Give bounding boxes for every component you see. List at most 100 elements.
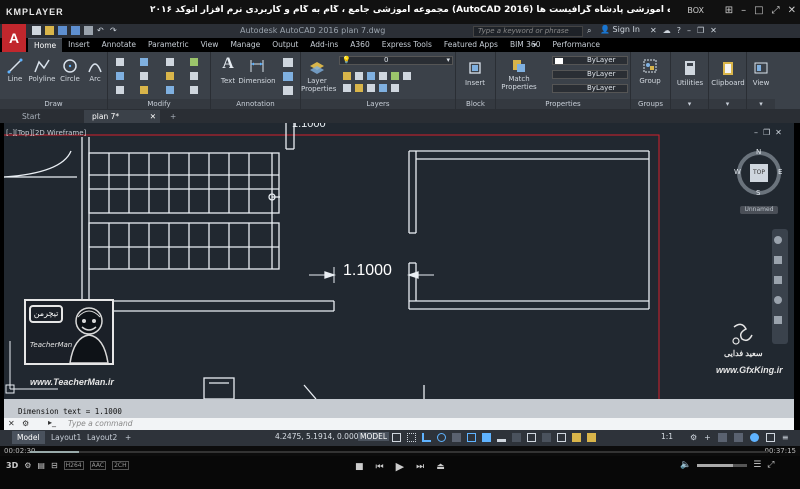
ucs-menu[interactable]: Unnamed: [740, 206, 778, 214]
new-layout-button[interactable]: +: [120, 431, 136, 444]
annotation-panel-title[interactable]: Annotation: [211, 99, 300, 109]
tab-express-tools[interactable]: Express Tools: [376, 38, 438, 52]
dimension-text[interactable]: 1.1000: [343, 262, 392, 280]
drawing-canvas[interactable]: 1.1000 1.1000 تیچرمن TeacherMan www.Teac…: [4, 123, 794, 399]
search-input[interactable]: Type a keyword or phrase: [473, 26, 583, 37]
utilities-tool[interactable]: Utilities: [672, 58, 708, 87]
arc-tool[interactable]: Arc: [85, 58, 105, 83]
command-input[interactable]: Type a command: [68, 419, 133, 428]
modify-panel-title[interactable]: Modify: [108, 99, 210, 109]
snap-icon[interactable]: [407, 433, 416, 442]
groups-panel-title[interactable]: Groups: [631, 99, 670, 109]
previous-icon[interactable]: ⏮: [376, 462, 384, 472]
tab-layout1[interactable]: Layout1: [46, 431, 86, 444]
viewcube-west[interactable]: W: [734, 168, 741, 176]
tab-model[interactable]: Model: [12, 431, 45, 444]
dynamic-ucs-icon[interactable]: [557, 433, 566, 442]
save-icon[interactable]: [58, 26, 67, 35]
annotation-monitor-icon[interactable]: +: [704, 433, 711, 442]
drawing-tab-plan7[interactable]: plan 7* ✕: [84, 110, 160, 123]
play-icon[interactable]: ▶: [396, 460, 404, 473]
viewcube-north[interactable]: N: [756, 148, 761, 156]
clean-screen-icon[interactable]: [765, 433, 775, 442]
acad-close-icon[interactable]: ✕: [710, 26, 717, 35]
model-space-toggle[interactable]: MODEL: [358, 432, 390, 441]
group-tool[interactable]: Group: [633, 56, 667, 85]
mtext-icon[interactable]: [283, 86, 293, 95]
draw-panel-title[interactable]: Draw: [0, 99, 107, 109]
steering-wheel-icon[interactable]: [774, 236, 782, 244]
redo-icon[interactable]: ↷: [110, 26, 119, 35]
tab-a360[interactable]: A360: [344, 38, 375, 52]
minimize-icon[interactable]: –: [741, 5, 746, 16]
color-dropdown[interactable]: ByLayer: [552, 56, 628, 65]
annotation-scale[interactable]: 1:1: [661, 432, 673, 441]
object-snap-icon[interactable]: [482, 433, 491, 442]
playlist-icon[interactable]: ☰: [753, 460, 761, 470]
acad-restore-icon[interactable]: ❐: [697, 26, 704, 35]
clipboard-panel-expander[interactable]: ▾: [709, 99, 746, 109]
polyline-tool[interactable]: Polyline: [28, 58, 56, 83]
grid-icon[interactable]: [392, 433, 401, 442]
pin-icon[interactable]: ⊞: [725, 5, 733, 16]
3d-toggle-icon[interactable]: 3D: [6, 461, 18, 470]
object-snap-tracking-icon[interactable]: [467, 433, 476, 442]
modify-tools-icon[interactable]: [114, 56, 206, 96]
dimension-tool[interactable]: Dimension: [237, 56, 277, 85]
command-prompt-icon[interactable]: ▸_: [48, 418, 56, 427]
seek-bar[interactable]: [30, 451, 768, 453]
plot-icon[interactable]: [84, 26, 93, 35]
player-box-button[interactable]: BOX: [687, 6, 704, 15]
isolate-objects-icon[interactable]: [749, 433, 759, 442]
autodesk-360-icon[interactable]: ☁: [663, 26, 671, 35]
properties-panel-title[interactable]: Properties: [496, 99, 630, 109]
player-subtitles-icon[interactable]: ⊟: [51, 461, 58, 470]
insert-tool[interactable]: Insert: [458, 58, 492, 87]
exchange-icon[interactable]: ✕: [650, 26, 657, 35]
3d-osnap-icon[interactable]: [542, 433, 551, 442]
tab-manage[interactable]: Manage: [224, 38, 266, 52]
workspace-gear-icon[interactable]: ⚙: [690, 433, 697, 442]
view-panel-expander[interactable]: ▾: [747, 99, 775, 109]
stop-icon[interactable]: ■: [355, 462, 364, 472]
tab-insert[interactable]: Insert: [62, 38, 96, 52]
zoom-extents-icon[interactable]: [774, 276, 782, 284]
sign-in-button[interactable]: 👤 Sign In: [600, 25, 640, 34]
tab-featured-apps[interactable]: Featured Apps: [438, 38, 504, 52]
layer-properties-tool[interactable]: Layer Properties: [301, 60, 336, 93]
viewcube-south[interactable]: S: [756, 189, 760, 197]
tab-performance[interactable]: Performance: [546, 38, 606, 52]
viewport-close-icon[interactable]: ✕: [775, 128, 782, 137]
viewport-controls[interactable]: [–][Top][2D Wireframe]: [6, 129, 86, 137]
pan-icon[interactable]: [774, 256, 782, 264]
layers-panel-title[interactable]: Layers: [301, 99, 455, 109]
clipboard-tool[interactable]: Clipboard: [710, 58, 746, 87]
table-icon[interactable]: [283, 72, 293, 81]
tab-bim-360[interactable]: BIM 360: [504, 38, 547, 52]
selection-cycling-icon[interactable]: [527, 433, 536, 442]
application-menu-button[interactable]: A: [2, 24, 26, 52]
isodraft-icon[interactable]: [452, 433, 461, 442]
annotation-visibility-icon[interactable]: [572, 433, 581, 442]
player-equalizer-icon[interactable]: ▤: [37, 461, 45, 470]
leader-icon[interactable]: [283, 58, 293, 67]
tab-output[interactable]: Output: [266, 38, 304, 52]
tab-annotate[interactable]: Annotate: [96, 38, 142, 52]
viewcube-east[interactable]: E: [778, 168, 782, 176]
layer-tools-icon[interactable]: [341, 70, 451, 96]
units-icon[interactable]: [717, 433, 727, 442]
annotation-autoscale-icon[interactable]: [587, 433, 596, 442]
player-fullscreen-icon[interactable]: ⤢: [767, 460, 774, 470]
circle-tool[interactable]: Circle: [59, 58, 81, 83]
tab-close-icon[interactable]: ✕: [150, 110, 156, 123]
search-icon[interactable]: ⌕: [587, 26, 591, 36]
new-tab-button[interactable]: +: [162, 110, 184, 123]
viewport-restore-icon[interactable]: ❐: [763, 128, 770, 137]
lineweight-icon[interactable]: [497, 433, 506, 442]
transparency-icon[interactable]: [512, 433, 521, 442]
tab-layout2[interactable]: Layout2: [82, 431, 122, 444]
close-icon[interactable]: ✕: [788, 5, 796, 16]
tab-home[interactable]: Home: [28, 38, 63, 52]
viewcube[interactable]: TOP N S E W: [734, 148, 784, 198]
player-settings-icon[interactable]: ⚙: [24, 461, 31, 470]
